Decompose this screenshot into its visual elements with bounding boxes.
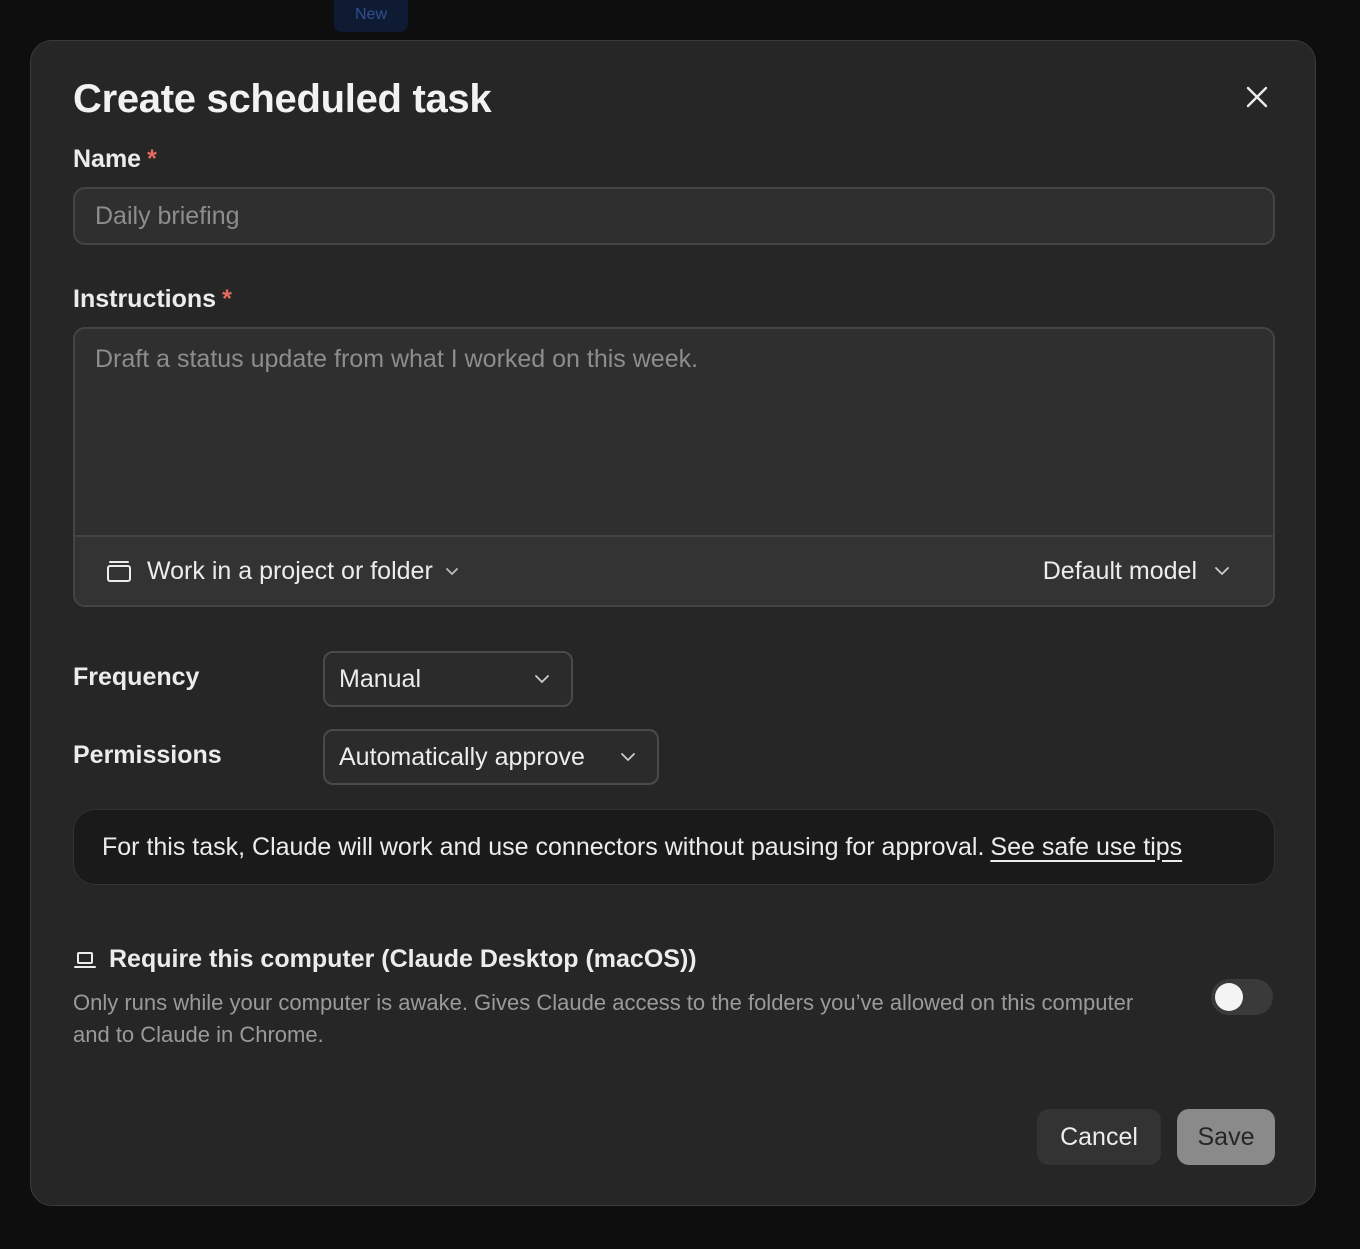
name-label-row: Name * — [73, 145, 157, 174]
instructions-toolbar: Work in a project or folder Default mode… — [75, 535, 1273, 605]
cancel-button[interactable]: Cancel — [1037, 1109, 1161, 1165]
require-computer-description: Only runs while your computer is awake. … — [73, 990, 1134, 1047]
frequency-label: Frequency — [73, 663, 200, 691]
safe-use-tips-link[interactable]: See safe use tips — [990, 833, 1182, 862]
required-mark: * — [222, 285, 232, 313]
name-field-box — [73, 187, 1275, 245]
name-label: Name — [73, 145, 142, 173]
create-task-dialog: Create scheduled task Name* Instructions… — [30, 40, 1316, 1206]
required-mark: * — [147, 145, 157, 173]
dialog-title: Create scheduled task — [73, 77, 492, 121]
close-button[interactable] — [1239, 79, 1275, 115]
notice-text: For this task, Claude will work and use … — [102, 832, 985, 861]
instructions-label: Instructions — [73, 285, 217, 313]
instructions-textarea[interactable] — [75, 329, 1273, 529]
laptop-icon — [74, 951, 96, 968]
background-new-button: New — [334, 0, 408, 32]
folder-icon — [107, 561, 131, 582]
chevron-down-icon — [535, 675, 549, 683]
instructions-field-box: Work in a project or folder Default mode… — [73, 327, 1275, 607]
close-icon — [1246, 86, 1268, 108]
require-computer-title: Require this computer (Claude Desktop (m… — [109, 945, 697, 973]
chevron-down-icon — [445, 568, 458, 575]
permissions-select[interactable]: Automatically approve — [323, 729, 659, 785]
instructions-label-row: Instructions * — [73, 285, 232, 314]
permission-notice: For this task, Claude will work and use … — [73, 809, 1275, 885]
project-folder-label: Work in a project or folder — [147, 556, 433, 585]
require-computer-title-row: Require this computer (Claude Desktop (m… — [73, 945, 697, 974]
toggle-knob — [1215, 983, 1243, 1011]
permissions-label: Permissions — [73, 741, 222, 769]
project-folder-button[interactable]: Work in a project or folder — [105, 557, 461, 586]
require-computer-toggle[interactable] — [1211, 979, 1273, 1015]
model-selector-button[interactable]: Default model — [1043, 557, 1233, 586]
chevron-down-icon — [621, 753, 635, 761]
save-button[interactable]: Save — [1177, 1109, 1275, 1165]
chevron-down-icon — [1215, 567, 1229, 575]
name-input[interactable] — [75, 189, 1273, 243]
frequency-value: Manual — [339, 664, 421, 693]
permissions-value: Automatically approve — [339, 742, 585, 771]
frequency-select[interactable]: Manual — [323, 651, 573, 707]
model-selector-label: Default model — [1042, 556, 1197, 585]
